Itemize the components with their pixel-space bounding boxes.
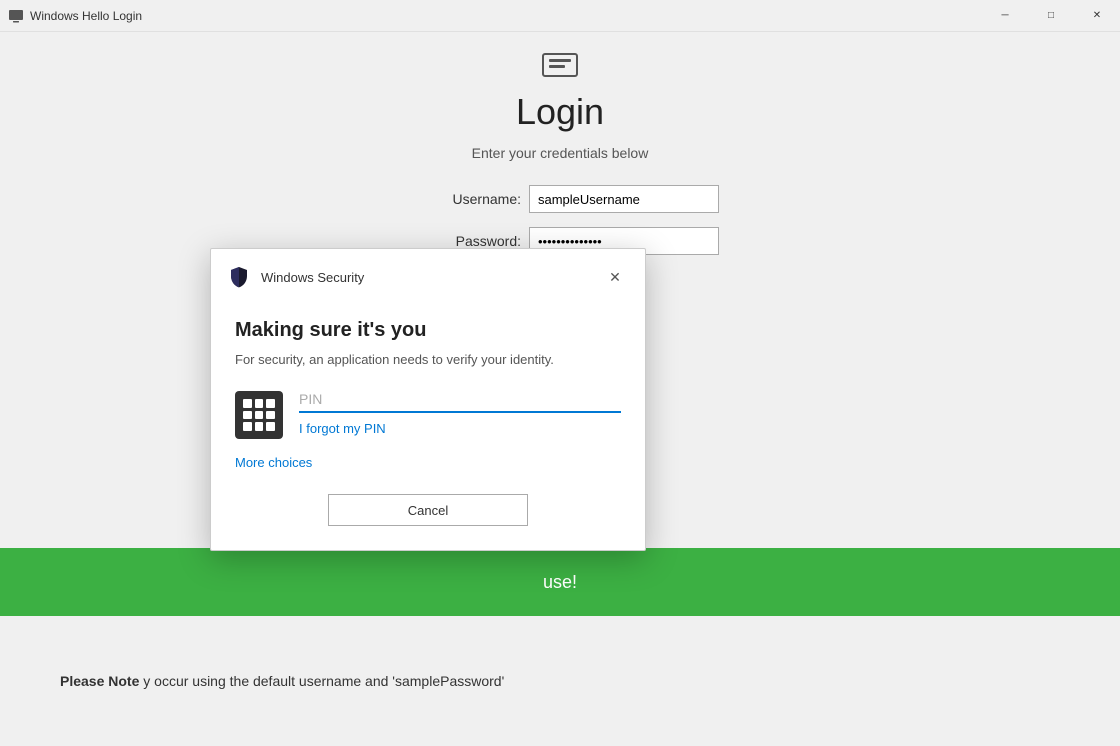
dialog-footer: Cancel (235, 490, 621, 526)
dialog-close-button[interactable]: ✕ (601, 263, 629, 291)
pin-dot-5 (255, 411, 264, 420)
cancel-button[interactable]: Cancel (328, 494, 528, 526)
security-dialog: Windows Security ✕ Making sure it's you … (210, 248, 646, 551)
dialog-description: For security, an application needs to ve… (235, 352, 621, 367)
forgot-pin-link[interactable]: I forgot my PIN (299, 421, 621, 436)
title-bar-title: Windows Hello Login (30, 9, 142, 23)
note-text: Please Note y occur using the default us… (60, 670, 504, 692)
pin-input-group: I forgot my PIN (299, 387, 621, 436)
pin-dot-9 (266, 422, 275, 431)
page-title: Login (516, 91, 604, 133)
login-card-icon (535, 52, 585, 82)
pin-row: I forgot my PIN (235, 387, 621, 439)
pin-dot-1 (243, 399, 252, 408)
title-bar-controls: ─ □ ✕ (982, 0, 1120, 32)
username-label: Username: (401, 191, 521, 207)
title-bar: Windows Hello Login ─ □ ✕ (0, 0, 1120, 32)
pin-pad-icon (235, 391, 283, 439)
pin-dot-6 (266, 411, 275, 420)
more-choices-link[interactable]: More choices (235, 455, 621, 470)
maximize-button[interactable]: □ (1028, 0, 1074, 32)
dialog-header-title: Windows Security (261, 270, 364, 285)
pin-dot-8 (255, 422, 264, 431)
password-label: Password: (401, 233, 521, 249)
note-body: y occur using the default username and '… (143, 673, 504, 689)
windows-shield-icon (227, 265, 251, 289)
green-banner: use! (0, 548, 1120, 616)
note-section: Please Note y occur using the default us… (0, 616, 1120, 746)
username-row: Username: (401, 185, 719, 213)
pin-dot-3 (266, 399, 275, 408)
pin-dot-2 (255, 399, 264, 408)
username-input[interactable] (529, 185, 719, 213)
dialog-header: Windows Security ✕ (211, 249, 645, 303)
note-prefix: Please Note (60, 673, 139, 689)
pin-input[interactable] (299, 387, 621, 413)
pin-dot-7 (243, 422, 252, 431)
login-icon-container (535, 52, 585, 87)
dialog-header-left: Windows Security (227, 265, 364, 289)
app-icon (8, 8, 24, 24)
title-bar-left: Windows Hello Login (8, 8, 142, 24)
dialog-body: Making sure it's you For security, an ap… (211, 303, 645, 550)
close-button[interactable]: ✕ (1074, 0, 1120, 32)
minimize-button[interactable]: ─ (982, 0, 1028, 32)
dialog-main-title: Making sure it's you (235, 319, 621, 342)
green-banner-text: use! (543, 572, 577, 593)
pin-dot-4 (243, 411, 252, 420)
login-subtitle: Enter your credentials below (472, 145, 649, 161)
